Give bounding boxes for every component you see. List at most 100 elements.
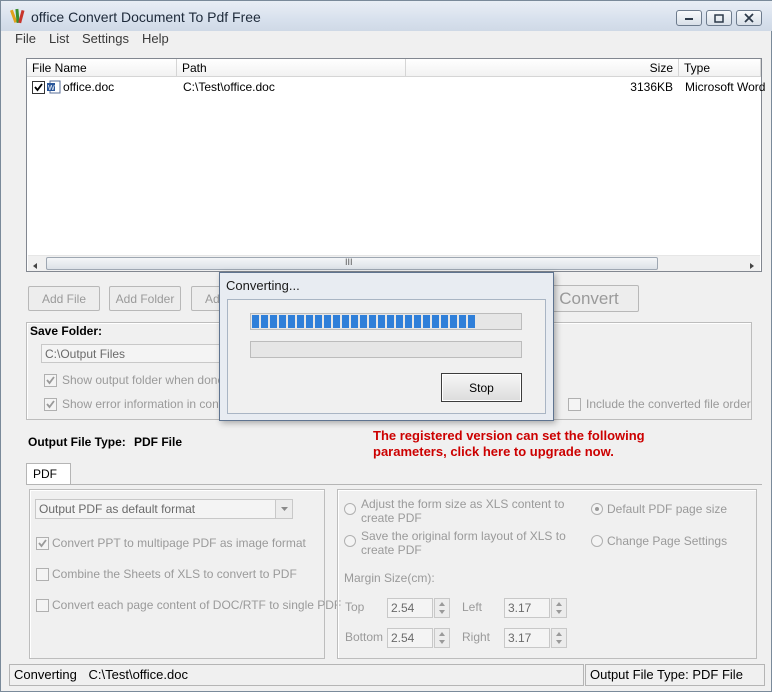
checkmark-icon — [38, 539, 47, 548]
margin-size-label: Margin Size(cm): — [344, 571, 435, 585]
tab-pdf[interactable]: PDF — [26, 463, 71, 485]
convert-each-page-checkbox[interactable] — [36, 599, 49, 612]
margin-top-label: Top — [345, 600, 365, 614]
stop-button-label: Stop — [469, 380, 494, 395]
margin-bottom-label: Bottom — [345, 630, 384, 644]
secondary-progress-bar — [250, 341, 522, 358]
margin-left-stepper[interactable] — [551, 598, 567, 618]
stepper-arrows-icon — [439, 602, 445, 614]
scroll-grip: III — [345, 257, 353, 267]
margin-left-label: Left — [462, 600, 483, 614]
minimize-icon — [685, 18, 693, 20]
margin-right-label: Right — [462, 630, 491, 644]
adjust-form-label-2: create PDF — [361, 511, 422, 525]
format-select[interactable]: Output PDF as default format — [35, 499, 293, 519]
include-converted-order-checkbox[interactable] — [568, 398, 581, 411]
default-page-size-radio[interactable] — [591, 503, 603, 515]
change-page-settings-radio[interactable] — [591, 535, 603, 547]
stepper-arrows-icon — [556, 602, 562, 614]
svg-text:W: W — [48, 85, 55, 92]
scroll-left-icon[interactable] — [31, 259, 39, 269]
word-doc-icon: W — [47, 80, 61, 94]
minimize-button[interactable] — [676, 10, 702, 26]
adjust-form-label-1: Adjust the form size as XLS content to — [361, 497, 565, 511]
column-header-path[interactable]: Path — [177, 59, 406, 77]
column-header-type[interactable]: Type — [679, 59, 761, 77]
column-header-size[interactable]: Size — [406, 59, 679, 77]
close-icon — [744, 13, 754, 23]
scrollbar-thumb[interactable]: III — [46, 257, 658, 270]
progress-bar — [250, 313, 522, 330]
show-error-info-label: Show error information in convers — [62, 397, 219, 411]
margin-bottom-stepper[interactable] — [434, 628, 450, 648]
checkmark-icon — [46, 400, 55, 409]
row-path: C:\Test\office.doc — [183, 80, 275, 94]
combine-xls-checkbox[interactable] — [36, 568, 49, 581]
save-layout-radio[interactable] — [344, 535, 356, 547]
save-layout-label-2: create PDF — [361, 543, 422, 557]
chevron-down-icon — [281, 507, 288, 511]
checkmark-icon — [34, 83, 43, 92]
upgrade-link-line1[interactable]: The registered version can set the follo… — [373, 428, 645, 443]
scroll-right-icon[interactable] — [748, 259, 756, 269]
save-folder-input[interactable]: C:\Output Files — [41, 344, 221, 363]
margin-top-input[interactable]: 2.54 — [387, 598, 433, 618]
save-folder-label: Save Folder: — [30, 324, 103, 338]
window-title: office Convert Document To Pdf Free — [31, 9, 261, 25]
menu-settings[interactable]: Settings — [82, 31, 129, 46]
margin-right-stepper[interactable] — [551, 628, 567, 648]
checkmark-icon — [46, 376, 55, 385]
radio-selected-dot — [595, 507, 599, 511]
margin-top-stepper[interactable] — [434, 598, 450, 618]
row-type: Microsoft Word — [685, 80, 766, 94]
maximize-button[interactable] — [706, 10, 732, 26]
menu-file[interactable]: File — [15, 31, 36, 46]
row-checkbox[interactable] — [32, 81, 45, 94]
margin-bottom-input[interactable]: 2.54 — [387, 628, 433, 648]
status-converting-path: C:\Test\office.doc — [88, 667, 188, 682]
dialog-title: Converting... — [226, 278, 300, 293]
format-select-dropdown[interactable] — [275, 500, 292, 518]
file-list[interactable]: File Name Path Size Type W office.doc C:… — [26, 58, 765, 272]
upgrade-link-line2[interactable]: parameters, click here to upgrade now. — [373, 444, 614, 459]
adjust-form-radio[interactable] — [344, 503, 356, 515]
status-converting-label: Converting — [14, 667, 77, 682]
show-error-info-checkbox[interactable] — [44, 398, 57, 411]
convert-ppt-checkbox[interactable] — [36, 537, 49, 550]
converting-dialog: Converting... Stop — [219, 272, 554, 421]
menu-list[interactable]: List — [49, 31, 69, 46]
default-page-size-label: Default PDF page size — [607, 502, 728, 516]
include-converted-order-label: Include the converted file order — [586, 397, 751, 411]
menu-help[interactable]: Help — [142, 31, 169, 46]
app-window: office Convert Document To Pdf Free File… — [0, 0, 772, 692]
change-page-settings-label: Change Page Settings — [607, 534, 728, 548]
save-layout-label-1: Save the original form layout of XLS to — [361, 529, 566, 543]
add-button-partial[interactable]: Ad — [191, 286, 221, 311]
horizontal-scrollbar[interactable]: III — [28, 255, 760, 271]
table-row[interactable]: W office.doc C:\Test\office.doc 3136KB M… — [27, 78, 765, 96]
combine-xls-label: Combine the Sheets of XLS to convert to … — [52, 567, 297, 581]
convert-ppt-label: Convert PPT to multipage PDF as image fo… — [52, 536, 306, 550]
add-file-button[interactable]: Add File — [28, 286, 100, 311]
row-size: 3136KB — [630, 80, 673, 94]
status-output-type: Output File Type: PDF File — [585, 664, 765, 686]
close-button[interactable] — [736, 10, 762, 26]
stepper-arrows-icon — [439, 632, 445, 644]
status-converting: Converting C:\Test\office.doc — [9, 664, 584, 686]
dialog-body: Stop — [227, 299, 546, 414]
margin-left-input[interactable]: 3.17 — [504, 598, 550, 618]
tab-divider — [26, 484, 762, 485]
row-file-name: office.doc — [63, 80, 115, 94]
show-output-folder-checkbox[interactable] — [44, 374, 57, 387]
convert-button[interactable]: Convert — [539, 285, 639, 312]
maximize-icon — [714, 13, 724, 23]
column-header-file-name[interactable]: File Name — [27, 59, 177, 77]
show-output-folder-label: Show output folder when done — [62, 373, 225, 387]
progress-fill — [252, 315, 478, 328]
add-folder-button[interactable]: Add Folder — [109, 286, 181, 311]
stop-button[interactable]: Stop — [441, 373, 522, 402]
convert-each-page-label: Convert each page content of DOC/RTF to … — [52, 598, 342, 612]
margin-right-input[interactable]: 3.17 — [504, 628, 550, 648]
title-bar: office Convert Document To Pdf Free — [1, 1, 772, 31]
stepper-arrows-icon — [556, 632, 562, 644]
